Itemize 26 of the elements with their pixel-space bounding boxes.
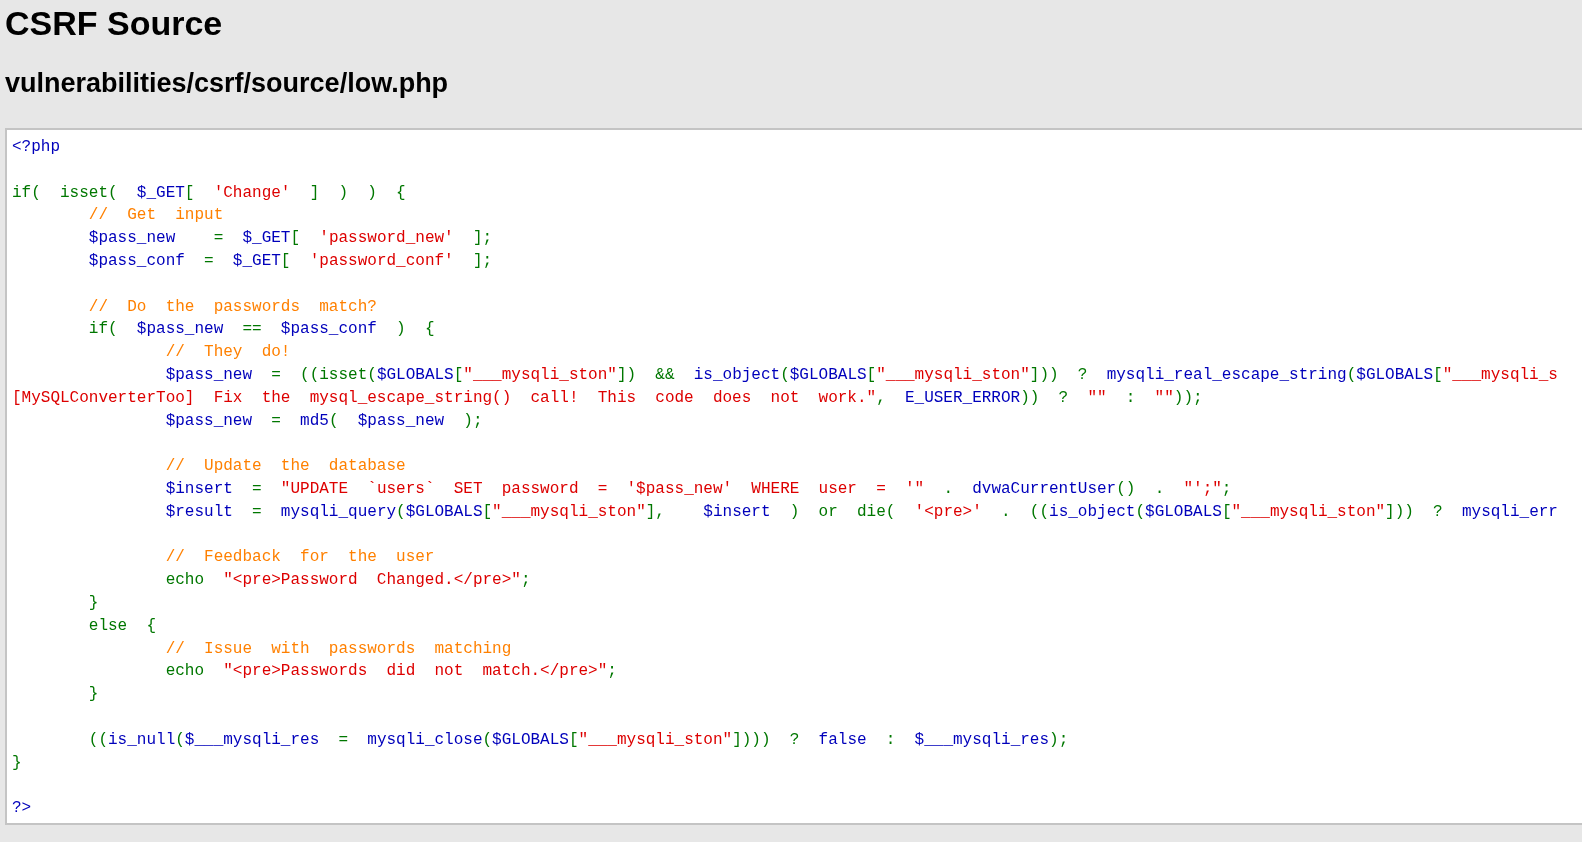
code-line: // They do! xyxy=(164,342,291,364)
code-line: } xyxy=(12,752,22,774)
code-line: // Do the passwords match? xyxy=(87,296,377,318)
code-line: echo "<pre>Password Changed.</pre>"; xyxy=(164,570,531,592)
code-line: [MySQLConverterToo] Fix the mysql_escape_string() call! This code does not work.", E_USER_ERROR)) ? "" : "")); xyxy=(12,387,1203,409)
code-line: <?php xyxy=(12,137,60,158)
file-path: vulnerabilities/csrf/source/low.php xyxy=(5,67,450,100)
code-line: } xyxy=(87,592,99,614)
code-line: $pass_new = $_GET[ 'password_new' ]; xyxy=(87,228,493,250)
code-line: if( $pass_new == $pass_conf ) { xyxy=(87,319,435,341)
code-line: $pass_new = md5( $pass_new ); xyxy=(164,410,483,432)
code-line: $pass_conf = $_GET[ 'password_conf' ]; xyxy=(87,251,493,272)
code-line: else { xyxy=(87,615,157,637)
page-title: CSRF Source xyxy=(5,3,224,44)
code-line: // Update the database xyxy=(164,456,406,478)
code-line: ?> xyxy=(12,798,32,820)
code-line: ((is_null($___mysqli_res = mysqli_close($GLOBALS["___mysqli_ston"]))) ? false : $___mysqli_res); xyxy=(87,729,1069,751)
code-line: $pass_new = ((isset($GLOBALS["___mysqli_ston"]) && is_object($GLOBALS["___mysqli_ston"])) ? mysqli_real_escape_string($GLOBALS["___mysqli_s xyxy=(164,364,1558,386)
code-line: $result = mysqli_query($GLOBALS["___mysqli_ston"], $insert ) or die( '<pre>' . ((is_object($GLOBALS["___mysqli_ston"])) ? mysqli_err xyxy=(164,501,1558,523)
code-line: echo "<pre>Passwords did not match.</pre>"; xyxy=(164,661,617,683)
code-line: } xyxy=(87,684,99,706)
code-line: if( isset( $_GET[ 'Change' ] ) ) { xyxy=(12,182,406,204)
code-line: // Issue with passwords matching xyxy=(164,638,512,660)
code-line: // Get input xyxy=(87,205,224,227)
code-line: $insert = "UPDATE `users` SET password = '$pass_new' WHERE user = '" . dvwaCurrentUser() . "';"; xyxy=(164,478,1232,500)
code-line: // Feedback for the user xyxy=(164,547,435,569)
